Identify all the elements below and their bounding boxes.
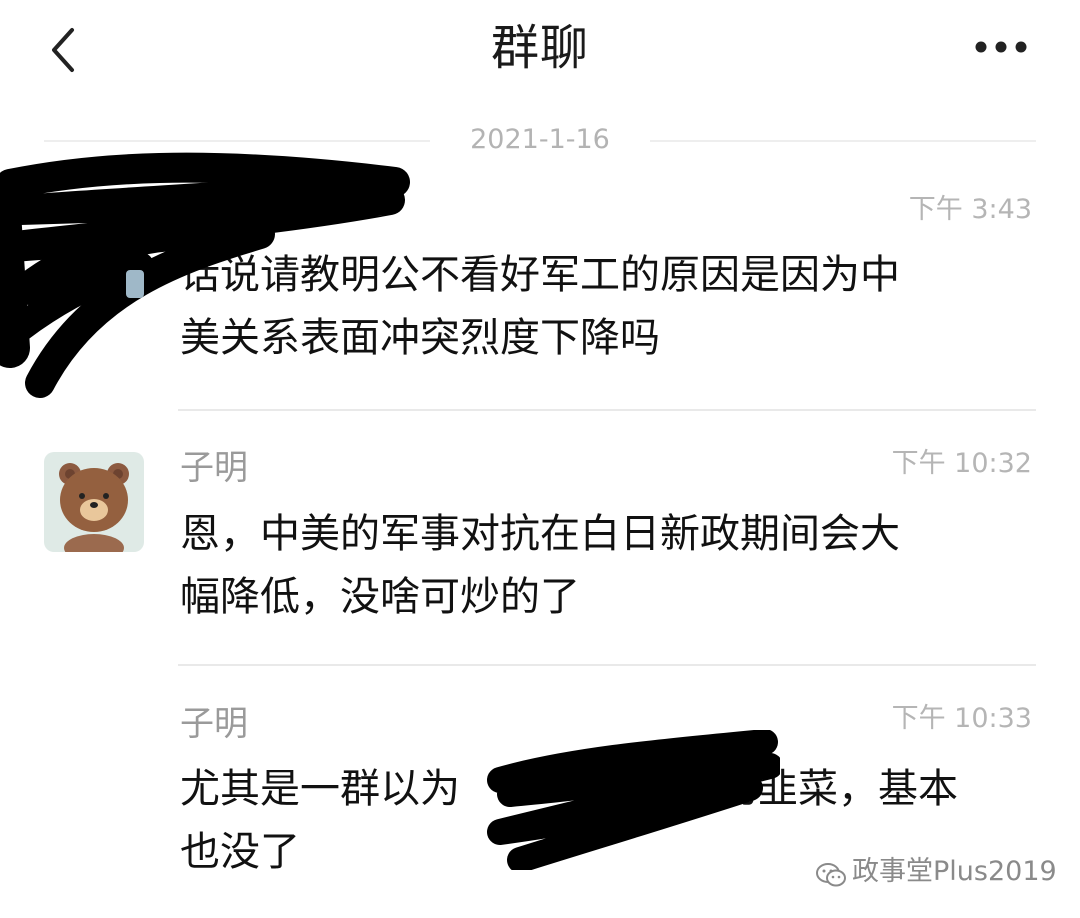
message-time: 下午 3:43: [908, 194, 1032, 225]
message-text-part: 的韭菜，基本: [718, 766, 958, 812]
date-separator-line-right: [650, 140, 1036, 142]
message-text-part: 尤其是一群以为: [180, 766, 460, 812]
message-text[interactable]: 话说请教明公不看好军工的原因是因为中 美关系表面冲突烈度下降吗: [180, 244, 1030, 370]
watermark: 政事堂Plus2019: [816, 852, 1057, 892]
wechat-icon: [816, 860, 846, 886]
more-horizontal-icon[interactable]: [968, 32, 1034, 62]
sender-name[interactable]: 子明: [180, 702, 248, 746]
date-separator-line-left: [44, 140, 430, 142]
message-time: 下午 10:33: [891, 703, 1032, 734]
message-time: 下午 10:32: [891, 448, 1032, 479]
message-item: 下午 3:43 话说请教明公不看好军工的原因是因为中 美关系表面冲突烈度下降吗: [0, 150, 1080, 410]
message-divider: [178, 409, 1036, 411]
avatar[interactable]: [44, 452, 144, 552]
message-divider: [178, 664, 1036, 666]
message-text[interactable]: 恩，中美的军事对抗在白日新政期间会大 幅降低，没啥可炒的了: [180, 503, 1030, 629]
watermark-text: 政事堂Plus2019: [852, 856, 1057, 887]
chat-title: 群聊: [490, 20, 589, 76]
sender-name[interactable]: 子明: [180, 446, 248, 490]
bear-avatar-icon: [44, 452, 144, 552]
